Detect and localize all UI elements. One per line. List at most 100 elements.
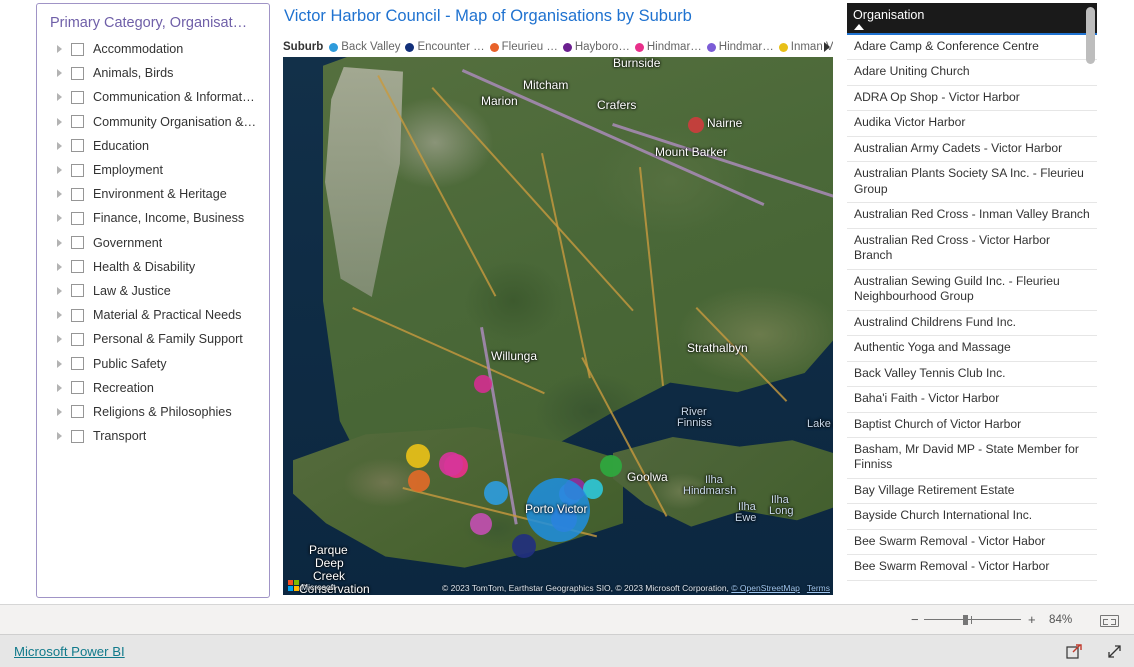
- legend-items[interactable]: Back Valley Encounter … Fleurieu … Hayboro……: [329, 41, 833, 53]
- table-row[interactable]: Bee Swarm Removal - Victor Habor: [847, 530, 1097, 556]
- slicer-checkbox[interactable]: [71, 429, 84, 443]
- share-icon[interactable]: [1066, 643, 1083, 660]
- slicer-checkbox[interactable]: [71, 357, 84, 371]
- table-row[interactable]: Australian Plants Society SA Inc. - Fleu…: [847, 162, 1097, 204]
- slicer-item[interactable]: Animals, Birds: [37, 61, 269, 85]
- expand-arrow-icon[interactable]: [54, 284, 67, 297]
- map-canvas[interactable]: Burnside Mitcham Marion Crafers Nairne Mount …: [283, 57, 833, 595]
- organisation-table[interactable]: Organisation Adare Camp & Conference Cen…: [847, 3, 1097, 581]
- slicer-item[interactable]: Religions & Philosophies: [37, 400, 269, 424]
- expand-arrow-icon[interactable]: [54, 91, 67, 104]
- expand-arrow-icon[interactable]: [54, 43, 67, 56]
- expand-arrow-icon[interactable]: [54, 260, 67, 273]
- slicer-checkbox[interactable]: [71, 236, 84, 250]
- table-row[interactable]: ADRA Op Shop - Victor Harbor: [847, 86, 1097, 112]
- map-bubble[interactable]: [474, 375, 492, 393]
- slicer-item[interactable]: Health & Disability: [37, 255, 269, 279]
- table-row[interactable]: Bee Swarm Removal - Victor Harbor: [847, 555, 1097, 581]
- slicer-item[interactable]: Finance, Income, Business: [37, 206, 269, 230]
- organisation-table-header[interactable]: Organisation: [847, 3, 1097, 35]
- map-bubble[interactable]: [439, 452, 463, 476]
- table-row[interactable]: Bay Village Retirement Estate: [847, 479, 1097, 505]
- legend-item[interactable]: Hindmar…: [706, 41, 774, 53]
- slicer-item[interactable]: Government: [37, 231, 269, 255]
- expand-arrow-icon[interactable]: [54, 333, 67, 346]
- expand-arrow-icon[interactable]: [54, 115, 67, 128]
- table-row[interactable]: Back Valley Tennis Club Inc.: [847, 362, 1097, 388]
- table-row[interactable]: Authentic Yoga and Massage: [847, 336, 1097, 362]
- map-bubble[interactable]: [688, 117, 704, 133]
- expand-arrow-icon[interactable]: [54, 381, 67, 394]
- slicer-item[interactable]: Recreation: [37, 376, 269, 400]
- expand-arrow-icon[interactable]: [54, 405, 67, 418]
- zoom-slider-track[interactable]: [924, 619, 1021, 620]
- expand-arrow-icon[interactable]: [54, 357, 67, 370]
- map-bubble[interactable]: [406, 444, 430, 468]
- table-row[interactable]: Baha'i Faith - Victor Harbor: [847, 387, 1097, 413]
- map-bubble[interactable]: [526, 478, 590, 542]
- slicer-item[interactable]: Personal & Family Support: [37, 327, 269, 351]
- microsoft-power-bi-link[interactable]: Microsoft Power BI: [14, 644, 125, 659]
- slicer-checkbox[interactable]: [71, 90, 84, 104]
- expand-arrow-icon[interactable]: [54, 67, 67, 80]
- fit-to-page-icon[interactable]: [1100, 615, 1119, 627]
- table-row[interactable]: Adare Camp & Conference Centre: [847, 35, 1097, 61]
- table-row[interactable]: Australind Childrens Fund Inc.: [847, 311, 1097, 337]
- slicer-item[interactable]: Material & Practical Needs: [37, 303, 269, 327]
- slicer-item[interactable]: Employment: [37, 158, 269, 182]
- slicer-checkbox[interactable]: [71, 284, 84, 298]
- map-bubble[interactable]: [512, 534, 536, 558]
- expand-arrow-icon[interactable]: [54, 236, 67, 249]
- table-row[interactable]: Australian Sewing Guild Inc. - Fleurieu …: [847, 270, 1097, 311]
- slicer-checkbox[interactable]: [71, 42, 84, 56]
- slicer-item[interactable]: Accommodation: [37, 37, 269, 61]
- slicer-item[interactable]: Education: [37, 134, 269, 158]
- table-row[interactable]: Baptist Church of Victor Harbor: [847, 413, 1097, 438]
- organisation-table-scrollbar[interactable]: [1086, 7, 1095, 579]
- openstreetmap-link[interactable]: © OpenStreetMap: [731, 583, 800, 593]
- zoom-out-button[interactable]: −: [911, 613, 919, 626]
- slicer-item[interactable]: Public Safety: [37, 351, 269, 375]
- table-row[interactable]: Bayside Church International Inc.: [847, 504, 1097, 530]
- map-bubble[interactable]: [470, 513, 492, 535]
- slicer-checkbox[interactable]: [71, 260, 84, 274]
- table-row[interactable]: Australian Red Cross - Inman Valley Bran…: [847, 203, 1097, 229]
- legend-item[interactable]: Fleurieu …: [489, 41, 558, 53]
- slicer-item[interactable]: Environment & Heritage: [37, 182, 269, 206]
- expand-arrow-icon[interactable]: [54, 188, 67, 201]
- table-row[interactable]: Adare Uniting Church: [847, 60, 1097, 86]
- map-bubble[interactable]: [408, 470, 430, 492]
- legend-item[interactable]: Encounter …: [405, 41, 485, 53]
- map-bubble[interactable]: [484, 481, 508, 505]
- expand-arrow-icon[interactable]: [54, 212, 67, 225]
- organisation-table-rows[interactable]: Adare Camp & Conference Centre Adare Unit…: [847, 35, 1097, 581]
- slicer-item[interactable]: Community Organisation &…: [37, 110, 269, 134]
- map-legend[interactable]: Suburb Back Valley Encounter … Fleurieu … H…: [283, 38, 833, 56]
- scrollbar-thumb[interactable]: [1086, 7, 1095, 64]
- slicer-item[interactable]: Transport: [37, 424, 269, 448]
- expand-arrow-icon[interactable]: [54, 139, 67, 152]
- slicer-checkbox[interactable]: [71, 115, 84, 129]
- table-row[interactable]: Australian Red Cross - Victor Harbor Bra…: [847, 229, 1097, 270]
- zoom-in-button[interactable]: +: [1028, 613, 1036, 626]
- map-visual[interactable]: Victor Harbor Council - Map of Organisat…: [281, 0, 835, 598]
- fullscreen-expand-icon[interactable]: [1106, 643, 1123, 660]
- expand-arrow-icon[interactable]: [54, 164, 67, 177]
- organisation-column-header[interactable]: Organisation: [853, 8, 924, 22]
- table-row[interactable]: Audika Victor Harbor: [847, 111, 1097, 137]
- slicer-checkbox[interactable]: [71, 381, 84, 395]
- table-row[interactable]: Basham, Mr David MP - State Member for F…: [847, 438, 1097, 479]
- slicer-checkbox[interactable]: [71, 332, 84, 346]
- expand-arrow-icon[interactable]: [54, 430, 67, 443]
- slicer-checkbox[interactable]: [71, 139, 84, 153]
- expand-arrow-icon[interactable]: [54, 309, 67, 322]
- slicer-checkbox[interactable]: [71, 308, 84, 322]
- map-terms-link[interactable]: Terms: [807, 583, 830, 593]
- legend-item[interactable]: Hayboro…: [562, 41, 630, 53]
- slicer-checkbox[interactable]: [71, 66, 84, 80]
- table-row[interactable]: Australian Army Cadets - Victor Harbor: [847, 137, 1097, 163]
- slicer-item[interactable]: Law & Justice: [37, 279, 269, 303]
- slicer-checkbox[interactable]: [71, 163, 84, 177]
- map-bubble[interactable]: [600, 455, 622, 477]
- slicer-checkbox[interactable]: [71, 211, 84, 225]
